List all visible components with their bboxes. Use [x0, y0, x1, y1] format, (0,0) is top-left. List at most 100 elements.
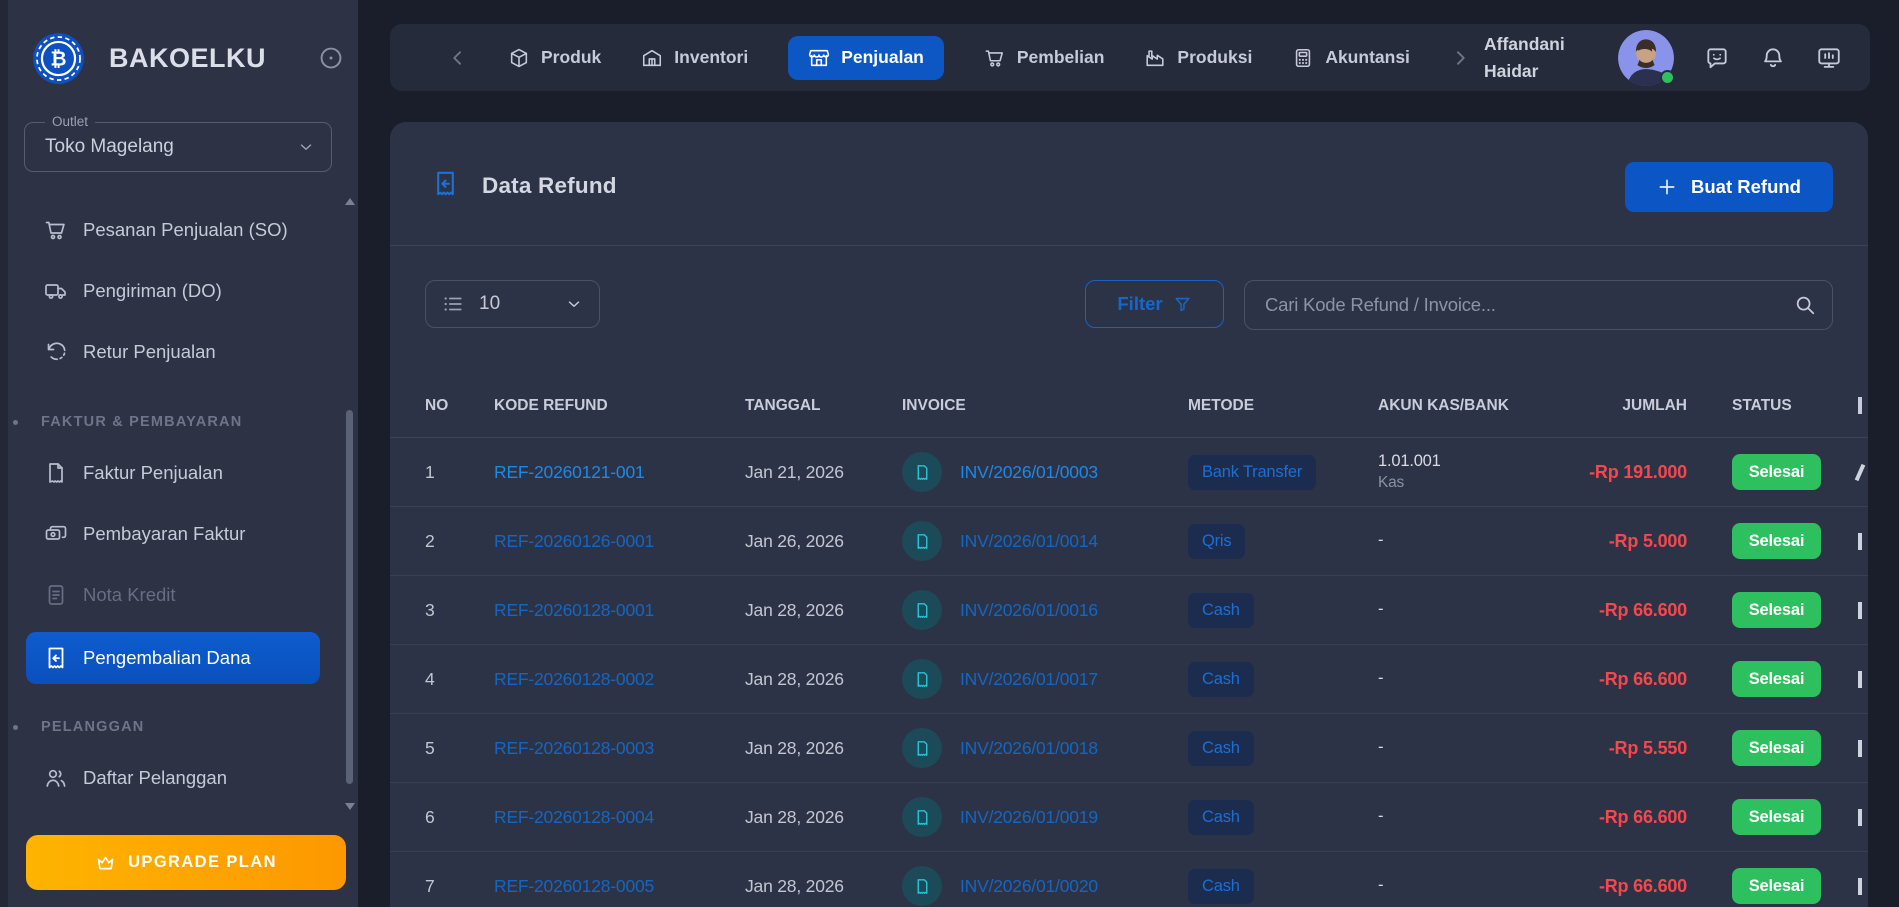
- metode-badge: Cash: [1188, 662, 1254, 697]
- invoice-link[interactable]: INV/2026/01/0016: [960, 600, 1098, 621]
- sidebar-item-label: Pengembalian Dana: [83, 647, 251, 669]
- cell-jumlah: -Rp 66.600: [1540, 669, 1687, 690]
- sidebar-item-faktur-penjualan[interactable]: Faktur Penjualan: [8, 449, 358, 497]
- refund-code-link[interactable]: REF-20260128-0002: [494, 669, 654, 689]
- clipped-column-text: [1858, 671, 1862, 688]
- column-header-metode: METODE: [1188, 397, 1378, 415]
- invoice-link[interactable]: INV/2026/01/0018: [960, 738, 1098, 759]
- sidebar-item-pengembalian-dana[interactable]: Pengembalian Dana: [26, 632, 320, 684]
- sidebar-item-pembayaran-faktur[interactable]: Pembayaran Faktur: [8, 510, 358, 558]
- scrollbar-up-arrow[interactable]: [345, 198, 355, 205]
- refund-code-link[interactable]: REF-20260128-0001: [494, 600, 654, 620]
- table-row: 4 REF-20260128-0002 Jan 28, 2026 INV/202…: [390, 645, 1868, 714]
- sidebar-item-nota-kredit[interactable]: Nota Kredit: [8, 571, 358, 619]
- customers-icon: [44, 766, 68, 790]
- search-input[interactable]: [1244, 280, 1833, 330]
- refund-code-link[interactable]: REF-20260128-0004: [494, 807, 654, 827]
- crown-icon: [95, 852, 116, 873]
- outlet-label: Outlet: [45, 114, 95, 129]
- sidebar-scrollbar[interactable]: [344, 196, 355, 812]
- refund-code-link[interactable]: REF-20260128-0003: [494, 738, 654, 758]
- cell-jumlah: -Rp 191.000: [1540, 462, 1687, 483]
- outlet-select[interactable]: Outlet Toko Magelang: [24, 122, 332, 172]
- page-size-select[interactable]: 10: [425, 280, 600, 328]
- upgrade-plan-button[interactable]: UPGRADE PLAN: [26, 835, 346, 890]
- status-badge: Selesai: [1732, 661, 1821, 697]
- column-header-jumlah: JUMLAH: [1540, 397, 1687, 415]
- refund-code-link[interactable]: REF-20260121-001: [494, 462, 645, 482]
- sidebar-item-retur-penjualan[interactable]: Retur Penjualan: [8, 328, 358, 376]
- invoice-file-icon: [902, 797, 942, 837]
- create-refund-label: Buat Refund: [1691, 176, 1801, 198]
- akun-kode: -: [1378, 599, 1540, 620]
- notification-bell-icon[interactable]: [1760, 45, 1786, 71]
- avatar[interactable]: [1618, 30, 1674, 86]
- status-badge: Selesai: [1732, 868, 1821, 904]
- nav-tab-produk[interactable]: Produk: [508, 47, 601, 69]
- refund-code-link[interactable]: REF-20260126-0001: [494, 531, 654, 551]
- cell-jumlah: -Rp 66.600: [1540, 807, 1687, 828]
- sidebar-item-label: Pengiriman (DO): [83, 280, 222, 302]
- nav-tab-label: Akuntansi: [1325, 47, 1410, 68]
- akun-kode: -: [1378, 737, 1540, 758]
- nav-tab-pembelian[interactable]: Pembelian: [984, 47, 1105, 69]
- brand-logo-icon: ₿: [32, 32, 85, 85]
- sidebar-section-header: FAKTUR & PEMBAYARAN: [8, 409, 358, 435]
- table-row: 6 REF-20260128-0004 Jan 28, 2026 INV/202…: [390, 783, 1868, 852]
- clipped-column-text: [1855, 464, 1866, 481]
- sidebar-item-pengiriman-do[interactable]: Pengiriman (DO): [8, 267, 358, 315]
- scrollbar-down-arrow[interactable]: [345, 803, 355, 810]
- chat-icon[interactable]: [1704, 45, 1730, 71]
- clipped-column-text: [1858, 602, 1862, 619]
- status-badge: Selesai: [1732, 454, 1821, 490]
- nav-tab-penjualan[interactable]: Penjualan: [788, 36, 944, 80]
- invoice-file-icon: [902, 590, 942, 630]
- invoice-link[interactable]: INV/2026/01/0014: [960, 531, 1098, 552]
- status-badge: Selesai: [1732, 592, 1821, 628]
- return-icon: [44, 340, 68, 364]
- sidebar-section-header: PELANGGAN: [8, 714, 358, 740]
- buy-cart-icon: [984, 47, 1006, 69]
- nav-tab-label: Inventori: [674, 47, 748, 68]
- invoice-file-icon: [902, 659, 942, 699]
- nav-scroll-right-icon[interactable]: [1450, 48, 1470, 68]
- filter-button[interactable]: Filter: [1085, 280, 1224, 328]
- invoice-link[interactable]: INV/2026/01/0003: [960, 462, 1098, 483]
- sidebar-item-daftar-pelanggan[interactable]: Daftar Pelanggan: [8, 754, 358, 802]
- table-row: 5 REF-20260128-0003 Jan 28, 2026 INV/202…: [390, 714, 1868, 783]
- brand: ₿ BAKOELKU: [32, 30, 344, 86]
- cell-jumlah: -Rp 66.600: [1540, 600, 1687, 621]
- nav-tab-inventori[interactable]: Inventori: [641, 47, 748, 69]
- table-row: 1 REF-20260121-001 Jan 21, 2026 INV/2026…: [390, 438, 1868, 507]
- cell-jumlah: -Rp 66.600: [1540, 876, 1687, 897]
- sidebar-item-label: Nota Kredit: [83, 584, 176, 606]
- sidebar-scrollbar-thumb[interactable]: [346, 410, 353, 784]
- nav-tab-produksi[interactable]: Produksi: [1144, 47, 1252, 69]
- sidebar-item-pesanan-penjualan-so[interactable]: Pesanan Penjualan (SO): [8, 206, 358, 254]
- table-row: 7 REF-20260128-0005 Jan 28, 2026 INV/202…: [390, 852, 1868, 907]
- column-header-tanggal: TANGGAL: [745, 397, 902, 415]
- metode-badge: Qris: [1188, 524, 1245, 559]
- invoice-link[interactable]: INV/2026/01/0019: [960, 807, 1098, 828]
- cart-icon: [44, 218, 68, 242]
- sidebar-item-label: Retur Penjualan: [83, 341, 216, 363]
- cell-tanggal: Jan 28, 2026: [745, 807, 902, 828]
- invoice-link[interactable]: INV/2026/01/0020: [960, 876, 1098, 897]
- refund-receipt-icon: [432, 170, 459, 201]
- nav-scroll-left-icon[interactable]: [448, 48, 468, 68]
- invoice-link[interactable]: INV/2026/01/0017: [960, 669, 1098, 690]
- akun-nama: Kas: [1378, 473, 1540, 493]
- nav-tab-akuntansi[interactable]: Akuntansi: [1292, 47, 1410, 69]
- column-header-no: NO: [390, 397, 494, 415]
- metode-badge: Cash: [1188, 800, 1254, 835]
- akun-kode: -: [1378, 806, 1540, 827]
- column-header-kode-refund: KODE REFUND: [494, 397, 745, 415]
- status-badge: Selesai: [1732, 523, 1821, 559]
- search-box: [1244, 280, 1833, 330]
- refund-code-link[interactable]: REF-20260128-0005: [494, 876, 654, 896]
- online-status-dot: [1660, 70, 1675, 85]
- sidebar-toggle-icon[interactable]: [318, 45, 344, 71]
- table-row: 2 REF-20260126-0001 Jan 26, 2026 INV/202…: [390, 507, 1868, 576]
- create-refund-button[interactable]: Buat Refund: [1625, 162, 1833, 212]
- pos-monitor-icon[interactable]: [1816, 45, 1842, 71]
